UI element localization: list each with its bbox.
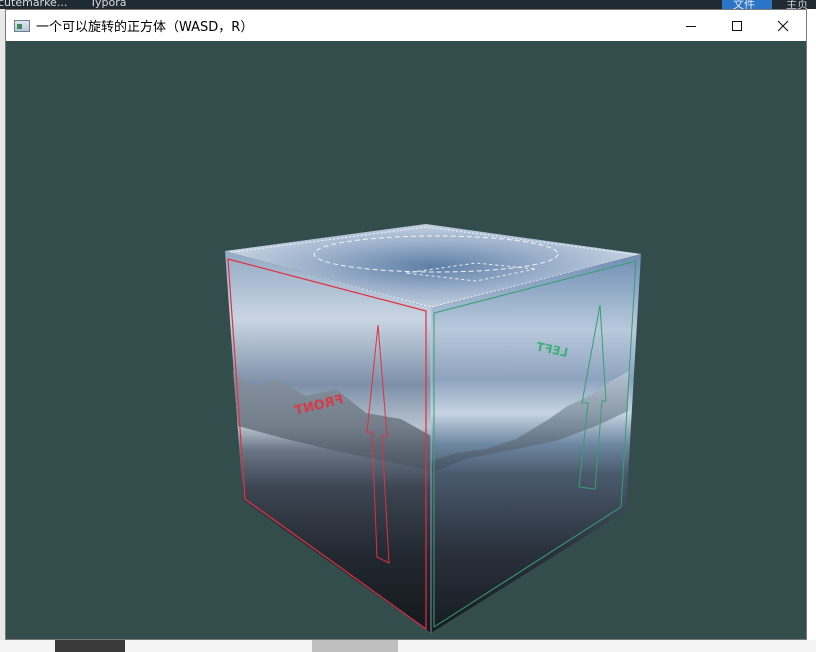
background-ribbon-home[interactable]: 主页 (786, 0, 808, 9)
background-grey-block (312, 640, 398, 652)
maximize-button[interactable] (714, 10, 760, 41)
opengl-viewport[interactable]: FRONT LEFT (6, 41, 806, 639)
maximize-icon (732, 20, 742, 31)
background-dark-block (55, 640, 125, 652)
minimize-button[interactable] (668, 10, 714, 41)
background-window-right-edge (807, 9, 816, 652)
background-tab-cutemarked[interactable]: cutemarke... (0, 0, 67, 9)
app-window-icon (14, 19, 30, 32)
title-bar[interactable]: 一个可以旋转的正方体（WASD，R） (6, 10, 806, 41)
background-taskbar: cutemarke... Typora 文件 主页 (0, 0, 816, 9)
cube-scene: FRONT LEFT (225, 224, 641, 633)
close-icon (777, 20, 789, 31)
app-window: 一个可以旋转的正方体（WASD，R） FRONT LEFT (5, 9, 807, 640)
window-title: 一个可以旋转的正方体（WASD，R） (36, 20, 254, 35)
close-button[interactable] (760, 10, 806, 41)
window-controls (668, 10, 806, 41)
background-tab-typora[interactable]: Typora (90, 0, 127, 9)
background-ribbon-file[interactable]: 文件 (733, 0, 755, 9)
minimize-icon (686, 25, 696, 27)
